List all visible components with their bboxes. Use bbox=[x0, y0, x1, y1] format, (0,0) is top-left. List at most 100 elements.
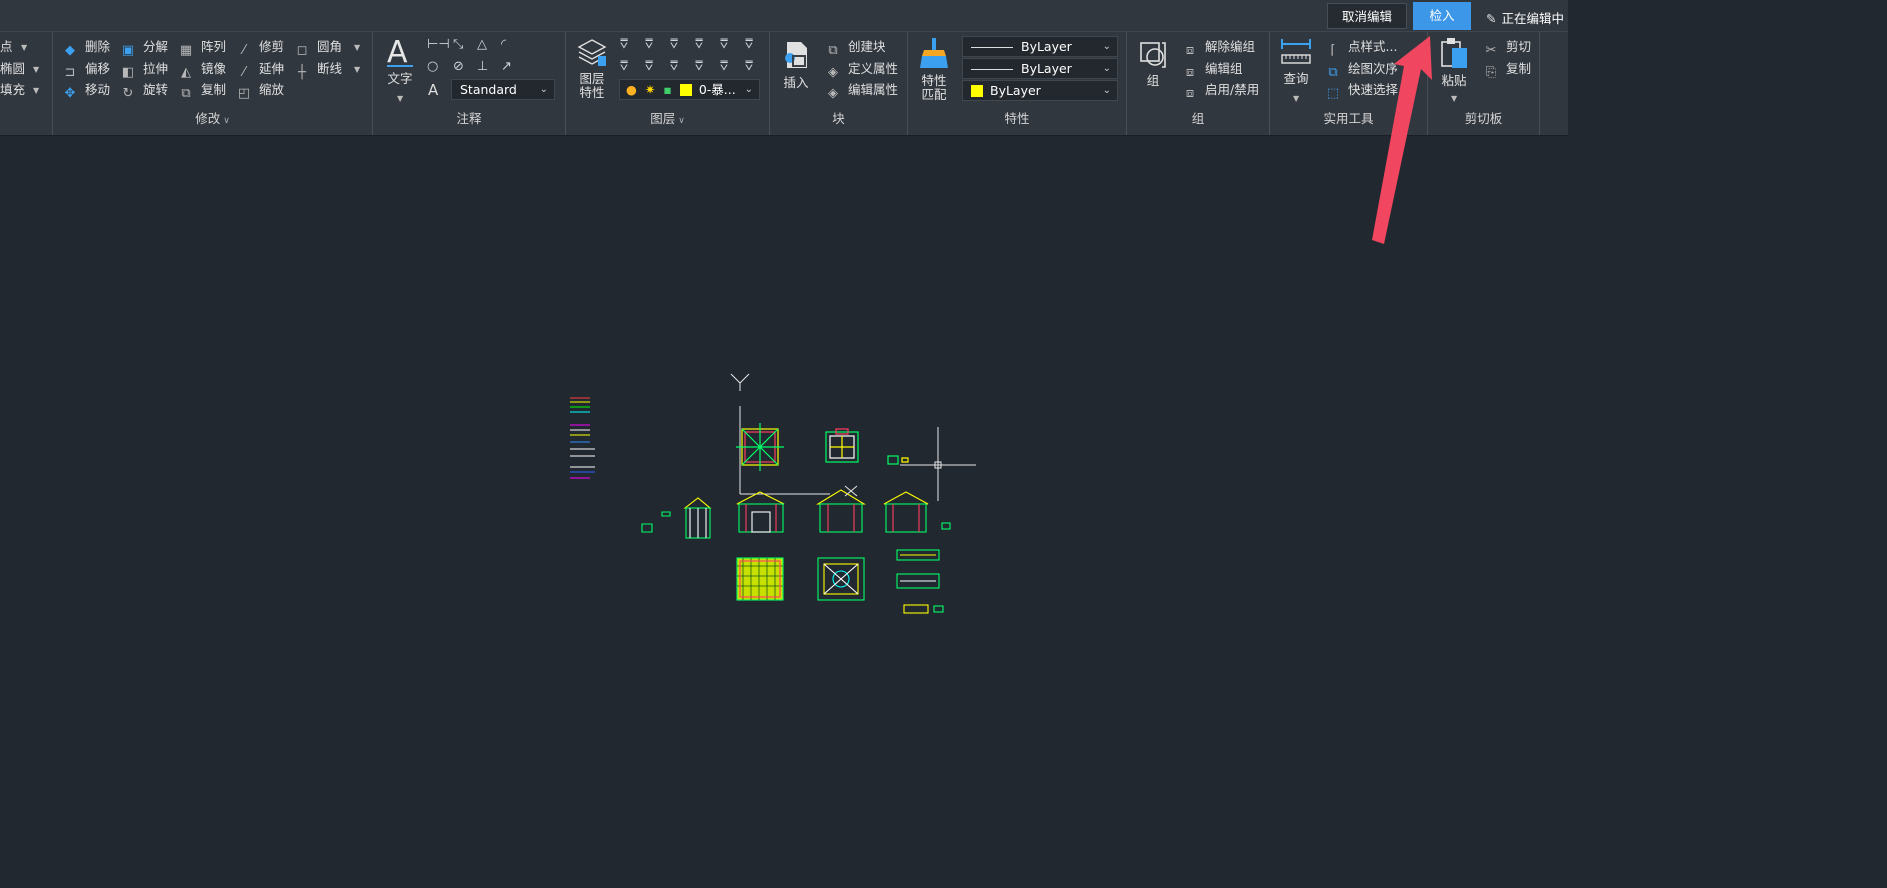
ungroup-icon: ⧈ bbox=[1185, 43, 1195, 58]
linear-dimension-icon[interactable]: ⊢⊣ bbox=[427, 37, 450, 52]
linetype-select[interactable]: ByLayer ⌄ bbox=[962, 36, 1118, 57]
layer-lock-icon[interactable]: ⩢ bbox=[670, 59, 678, 74]
tag-icon: ◈ bbox=[828, 65, 838, 80]
paste-dropdown-icon[interactable]: ▼ bbox=[1451, 94, 1457, 103]
leader-icon[interactable]: ↗ bbox=[501, 59, 512, 74]
insert-block-button[interactable]: 插入 bbox=[778, 40, 814, 90]
mirror-button[interactable]: ◭ 镜像 bbox=[177, 59, 226, 80]
layer-tool-icon[interactable]: ⩢ bbox=[720, 59, 728, 74]
lineweight-select[interactable]: ByLayer ⌄ bbox=[962, 58, 1118, 79]
modify-panel-title[interactable]: 修改 ∨ bbox=[53, 108, 372, 127]
cut-button[interactable]: ✂ 剪切 bbox=[1482, 37, 1531, 58]
layer-properties-button[interactable]: 图层 特性 bbox=[574, 38, 610, 100]
array-button[interactable]: ▦ 阵列 bbox=[177, 37, 226, 58]
layer-tool-icon[interactable]: ⩢ bbox=[645, 59, 653, 74]
arc-length-icon[interactable]: ◜ bbox=[501, 37, 506, 52]
draw-panel: 点 ▼ 椭圆 ▼ 填充 ▼ bbox=[0, 32, 53, 135]
stretch-button[interactable]: ◧ 拉伸 bbox=[119, 59, 168, 80]
clipboard-copy-button[interactable]: ⎘ 复制 bbox=[1482, 59, 1531, 80]
layer-tool-icon[interactable]: ⩢ bbox=[745, 37, 753, 52]
chevron-down-icon: ∨ bbox=[223, 116, 230, 126]
point-button[interactable]: 点 bbox=[0, 37, 13, 57]
hatch-button[interactable]: 填充 bbox=[0, 80, 25, 100]
floor-plan bbox=[825, 428, 859, 463]
tag-edit-icon: ◈ bbox=[828, 86, 838, 101]
fillet-dropdown-icon[interactable]: ▼ bbox=[354, 43, 360, 52]
pencil-icon: ✎ bbox=[1486, 11, 1497, 26]
query-dropdown-icon[interactable]: ▼ bbox=[1293, 94, 1299, 103]
draw-order-button[interactable]: ⧉ 绘图次序 bbox=[1324, 59, 1398, 80]
scale-button[interactable]: ◰ 缩放 bbox=[235, 80, 284, 101]
utilities-panel-title: 实用工具 bbox=[1323, 111, 1374, 126]
ellipse-dropdown-icon[interactable]: ▼ bbox=[33, 65, 39, 74]
layer-tool-icon[interactable]: ⩢ bbox=[620, 37, 628, 52]
enable-disable-group-button[interactable]: ⧈ 启用/禁用 bbox=[1181, 80, 1259, 101]
layer-tool-icon[interactable]: ⩢ bbox=[695, 37, 703, 52]
ungroup-button[interactable]: ⧈ 解除编组 bbox=[1181, 37, 1255, 58]
clipboard-panel: 粘贴 ▼ ✂ 剪切 ⎘ 复制 剪切板 bbox=[1428, 32, 1540, 135]
break-dropdown-icon[interactable]: ▼ bbox=[354, 65, 360, 74]
layer-tool-icon[interactable]: ⩢ bbox=[695, 59, 703, 74]
quick-select-button[interactable]: ⬚ 快速选择 bbox=[1324, 80, 1398, 101]
extend-button[interactable]: ⁄ 延伸 bbox=[235, 59, 284, 80]
group-button[interactable]: 组 bbox=[1135, 40, 1171, 88]
diameter-dimension-icon[interactable]: ⊘ bbox=[453, 59, 464, 74]
edit-group-button[interactable]: ⧈ 编辑组 bbox=[1181, 59, 1243, 80]
ucs-icon bbox=[730, 373, 830, 495]
match-properties-button[interactable]: 特性 匹配 bbox=[914, 38, 954, 102]
fillet-icon: ◻ bbox=[296, 43, 308, 58]
point-style-button[interactable]: ⌈ 点样式... bbox=[1324, 37, 1397, 58]
query-button[interactable]: 查询 bbox=[1278, 38, 1314, 86]
layer-tool-icon[interactable]: ⩢ bbox=[620, 59, 628, 74]
title-bar: 取消编辑 检入 ✎ 正在编辑中 bbox=[0, 0, 1568, 32]
break-button[interactable]: ┼ 断线 bbox=[293, 59, 342, 80]
angular-dimension-icon[interactable]: △ bbox=[477, 37, 487, 52]
clipboard-panel-title: 剪切板 bbox=[1464, 111, 1503, 126]
edit-attribute-button[interactable]: ◈ 编辑属性 bbox=[824, 80, 898, 101]
copy-button[interactable]: ⧉ 复制 bbox=[177, 80, 226, 101]
layer-tool-icon[interactable]: ⩢ bbox=[645, 37, 653, 52]
roof-plan bbox=[736, 423, 784, 471]
color-select[interactable]: ByLayer ⌄ bbox=[962, 80, 1118, 101]
layer-panel-title[interactable]: 图层 ∨ bbox=[566, 108, 769, 127]
layer-tool-icon[interactable]: ⩢ bbox=[745, 59, 753, 74]
group-panel-title: 组 bbox=[1191, 111, 1205, 126]
fillet-button[interactable]: ◻ 圆角 bbox=[293, 37, 342, 58]
cancel-edit-button[interactable]: 取消编辑 bbox=[1327, 3, 1407, 29]
ordinate-dimension-icon[interactable]: ⊥ bbox=[477, 59, 488, 74]
current-layer-select[interactable]: ● ✷ ▪ 0-暴... ⌄ bbox=[619, 79, 760, 100]
layer-lock-icon[interactable]: ⩢ bbox=[670, 37, 678, 52]
aligned-dimension-icon[interactable]: ⤡ bbox=[453, 37, 463, 52]
explode-icon: ▣ bbox=[121, 43, 135, 58]
ellipse-button[interactable]: 椭圆 bbox=[0, 59, 25, 79]
drawing-canvas[interactable] bbox=[0, 136, 1568, 738]
hatch-dropdown-icon[interactable]: ▼ bbox=[33, 86, 39, 95]
insert-block-icon bbox=[785, 42, 807, 68]
define-attribute-button[interactable]: ◈ 定义属性 bbox=[824, 59, 898, 80]
eraser-icon: ◆ bbox=[65, 43, 75, 58]
paste-button[interactable]: 粘贴 bbox=[1436, 36, 1472, 88]
radius-dimension-icon[interactable]: ○ bbox=[427, 59, 438, 74]
create-block-button[interactable]: ⧉ 创建块 bbox=[824, 37, 885, 58]
structure-plan bbox=[817, 557, 865, 601]
text-style-select[interactable]: Standard ⌄ bbox=[451, 79, 555, 100]
editing-status: ✎ 正在编辑中 bbox=[1486, 8, 1564, 27]
check-in-button[interactable]: 检入 bbox=[1413, 2, 1471, 30]
move-button[interactable]: ✥ 移动 bbox=[61, 80, 110, 101]
trim-button[interactable]: ⁄ 修剪 bbox=[235, 37, 284, 58]
point-dropdown-icon[interactable]: ▼ bbox=[21, 43, 27, 52]
crosshair-cursor bbox=[900, 427, 976, 501]
explode-button[interactable]: ▣ 分解 bbox=[119, 37, 168, 58]
offset-button[interactable]: ⊐ 偏移 bbox=[61, 59, 110, 80]
delete-button[interactable]: ◆ 删除 bbox=[61, 37, 110, 58]
rotate-button[interactable]: ↻ 旋转 bbox=[119, 80, 168, 101]
brush-icon bbox=[920, 38, 948, 68]
layer-tool-icon[interactable]: ⩢ bbox=[720, 37, 728, 52]
text-button[interactable]: A 文字 bbox=[383, 36, 417, 86]
elevation-a bbox=[641, 497, 712, 539]
elevation-c bbox=[816, 485, 866, 533]
detail-small bbox=[887, 455, 909, 465]
text-dropdown-icon[interactable]: ▼ bbox=[397, 94, 403, 103]
elevation-b bbox=[736, 491, 785, 533]
annotation-panel: A 文字 ▼ ⊢⊣ ⤡ △ ◜ ○ ⊘ ⊥ ↗ A Standard ⌄ 注释 bbox=[373, 32, 566, 135]
